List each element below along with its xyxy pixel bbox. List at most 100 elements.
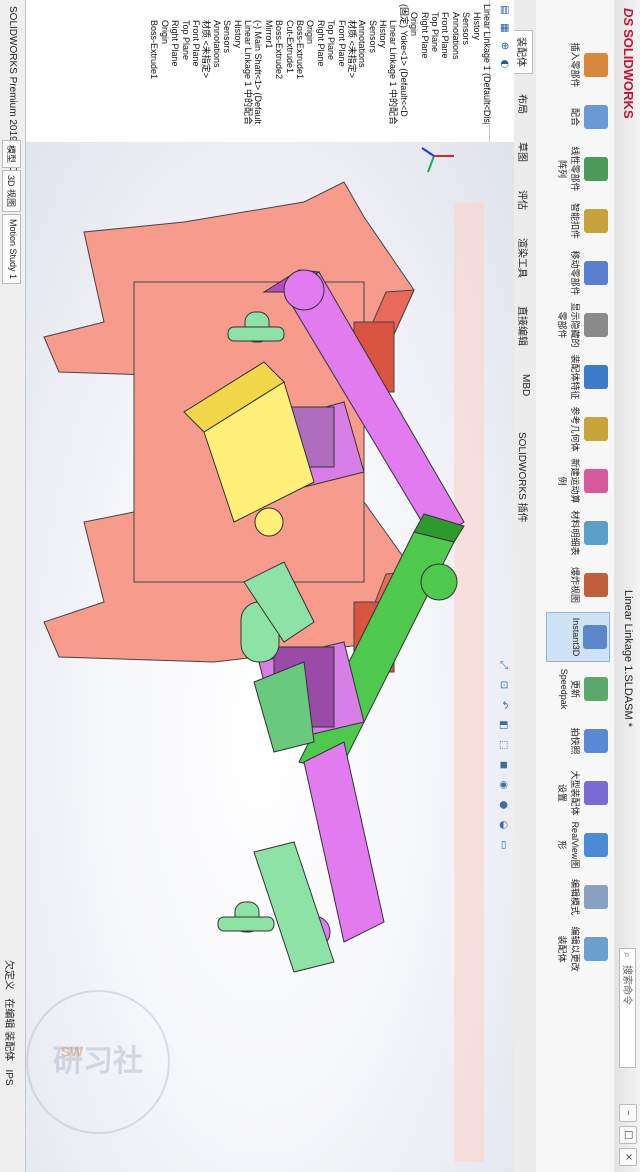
tree-item[interactable]: Top Plane bbox=[326, 4, 336, 124]
feature-manager-icon[interactable]: ▤ bbox=[496, 2, 512, 18]
app-logo[interactable]: DSSOLIDWORKS bbox=[621, 8, 636, 119]
instant3d-icon bbox=[583, 625, 607, 649]
ribbon-button-2[interactable]: 线性零部件阵列 bbox=[546, 144, 610, 194]
command-tab-7[interactable]: SOLIDWORKS 插件 bbox=[514, 426, 533, 529]
ribbon-button-13[interactable]: 拍快照 bbox=[546, 716, 610, 766]
tree-item[interactable]: Right Plane bbox=[170, 4, 180, 124]
tree-item[interactable]: Front Plane bbox=[336, 4, 347, 124]
tree-item[interactable]: Front Plane bbox=[440, 4, 450, 124]
tree-item[interactable]: History bbox=[471, 4, 482, 124]
tree-item[interactable]: Annotations bbox=[450, 4, 461, 124]
ribbon-button-label: 更新Speedpak bbox=[559, 668, 580, 710]
ribbon-button-9[interactable]: 材料明细表 bbox=[546, 508, 610, 558]
feature-manager-tree: ▤ ▦ ⊕ ◐ Linear Linkage 1 (Default<Disp Hi… bbox=[26, 0, 514, 143]
status-units[interactable]: IPS bbox=[3, 1069, 14, 1085]
speedpak-icon bbox=[584, 677, 608, 701]
tree-item[interactable]: Top Plane bbox=[180, 4, 191, 124]
tree-item[interactable]: Origin bbox=[409, 4, 419, 124]
tree-item[interactable]: Right Plane bbox=[315, 4, 326, 124]
tree-item[interactable]: Boss-Extrude1 bbox=[149, 4, 160, 124]
large-assembly-icon bbox=[584, 781, 608, 805]
minimize-icon[interactable]: – bbox=[619, 1104, 637, 1122]
status-state: 欠定义 bbox=[3, 960, 14, 990]
ribbon-button-0[interactable]: 插入零部件 bbox=[546, 40, 610, 90]
maximize-icon[interactable]: □ bbox=[619, 1126, 637, 1144]
motion-study-icon bbox=[584, 469, 608, 493]
tree-item[interactable]: Sensors bbox=[367, 4, 378, 124]
tree-item[interactable]: Sensors bbox=[461, 4, 471, 124]
tree-item[interactable]: Top Plane bbox=[430, 4, 440, 124]
command-tab-0[interactable]: 装配体 bbox=[513, 30, 533, 74]
ribbon-button-label: 编辑模式 bbox=[570, 878, 580, 915]
ribbon-button-12[interactable]: 更新Speedpak bbox=[546, 664, 610, 714]
ribbon-button-label: 参考几何体 bbox=[570, 406, 580, 452]
reference-geometry-icon bbox=[584, 417, 608, 441]
tree-item[interactable]: History bbox=[378, 4, 388, 124]
ribbon-button-14[interactable]: 大型装配体设置 bbox=[546, 768, 610, 818]
ribbon-button-3[interactable]: 智能扣件 bbox=[546, 196, 610, 246]
tree-item[interactable]: Origin bbox=[305, 4, 315, 124]
ribbon-button-8[interactable]: 新建运动算例 bbox=[546, 456, 610, 506]
ribbon-button-5[interactable]: 显示隐藏的零部件 bbox=[546, 300, 610, 350]
model-tab-1[interactable]: 3D 视图 bbox=[2, 170, 21, 213]
mate-icon bbox=[584, 105, 608, 129]
model-tab-0[interactable]: 模型 bbox=[2, 140, 21, 169]
tree-item[interactable]: 材质 <未指定> bbox=[201, 4, 211, 124]
realview-icon bbox=[584, 833, 608, 857]
tree-item[interactable]: Origin bbox=[160, 4, 170, 124]
model-tabs: 模型 3D 视图 Motion Study 1 bbox=[2, 140, 21, 285]
ribbon-button-7[interactable]: 参考几何体 bbox=[546, 404, 610, 454]
tree-item[interactable]: Cut-Extrude1 bbox=[284, 4, 295, 124]
show-hidden-icon bbox=[584, 313, 608, 337]
command-tab-2[interactable]: 草图 bbox=[514, 136, 533, 168]
ribbon-button-label: 线性零部件阵列 bbox=[557, 146, 580, 192]
link-part-lower[interactable] bbox=[253, 741, 385, 973]
tree-item[interactable]: Sensors bbox=[222, 4, 232, 124]
tree-item[interactable]: Linear Linkage 1 中的配合 bbox=[388, 4, 398, 124]
tree-item[interactable]: Annotations bbox=[357, 4, 367, 124]
command-manager-tabs: 装配体布局草图评估渲染工具直接编辑 MBD SOLIDWORKS 插件 bbox=[513, 0, 536, 1172]
ribbon-button-1[interactable]: 配合 bbox=[546, 92, 610, 142]
command-tab-3[interactable]: 评估 bbox=[514, 184, 533, 216]
solidworks-window: DSSOLIDWORKS Linear Linkage 1.SLDASM * ⌕… bbox=[0, 0, 640, 1172]
tree-item[interactable]: Annotations bbox=[211, 4, 222, 124]
close-icon[interactable]: × bbox=[619, 1148, 637, 1166]
command-tab-6[interactable]: MBD bbox=[518, 368, 533, 402]
search-commands-input[interactable]: ⌕ 搜索命令 bbox=[619, 948, 636, 1068]
tree-item[interactable]: Right Plane bbox=[419, 4, 430, 124]
ribbon-button-17[interactable]: 编辑以更改装配体 bbox=[546, 924, 610, 974]
display-manager-icon[interactable]: ◐ bbox=[496, 56, 512, 72]
tree-item[interactable]: (-) Main Shaft<1> (Default< bbox=[253, 4, 263, 124]
ribbon-button-15[interactable]: RealView图形 bbox=[546, 820, 610, 870]
tree-item[interactable]: Front Plane bbox=[191, 4, 201, 124]
status-mode: 在编辑 装配体 bbox=[3, 998, 14, 1062]
command-tab-1[interactable]: 布局 bbox=[514, 88, 533, 120]
ribbon-button-4[interactable]: 移动零部件 bbox=[546, 248, 610, 298]
ribbon-button-6[interactable]: 装配体特征 bbox=[546, 352, 610, 402]
tree-item[interactable]: Mirror1 bbox=[263, 4, 274, 124]
tree-item[interactable]: (固定) Yoke<1> (Default<<D bbox=[398, 4, 409, 124]
document-title: Linear Linkage 1.SLDASM * bbox=[622, 590, 634, 727]
ribbon-button-10[interactable]: 爆炸视图 bbox=[546, 560, 610, 610]
ribbon-button-16[interactable]: 编辑模式 bbox=[546, 872, 610, 922]
configuration-manager-icon[interactable]: ⊕ bbox=[496, 38, 512, 54]
tree-item[interactable]: Linear Linkage 1 中的配合 bbox=[243, 4, 253, 124]
property-manager-icon[interactable]: ▦ bbox=[496, 20, 512, 36]
watermark-sw: SW bbox=[60, 1043, 84, 1060]
tree-item[interactable]: History bbox=[232, 4, 243, 124]
model-tab-2[interactable]: Motion Study 1 bbox=[2, 214, 21, 285]
tree-item[interactable]: Boss-Extrude2 bbox=[274, 4, 284, 124]
status-info: 欠定义 在编辑 装配体 IPS bbox=[3, 960, 18, 1086]
assembly-feature-icon bbox=[584, 365, 608, 389]
tree-item[interactable]: Linear Linkage 1 (Default<Disp bbox=[482, 4, 492, 124]
tree-item[interactable]: Boss-Extrude1 bbox=[295, 4, 305, 124]
tree-item[interactable]: 材质 <未指定> bbox=[347, 4, 357, 124]
search-icon: ⌕ bbox=[621, 952, 632, 958]
watermark-logo: 研习社 bbox=[26, 990, 170, 1134]
ribbon-button-label: 大型装配体设置 bbox=[557, 770, 580, 816]
command-tab-4[interactable]: 渲染工具 bbox=[514, 232, 533, 284]
pin-bottom[interactable] bbox=[217, 901, 275, 933]
status-bar: SOLIDWORKS Premium 2019 SP5.0 模型 3D 视图 Mot… bbox=[0, 0, 26, 1172]
ribbon-button-11[interactable]: Instant3D bbox=[546, 612, 610, 662]
command-tab-5[interactable]: 直接编辑 bbox=[514, 300, 533, 352]
